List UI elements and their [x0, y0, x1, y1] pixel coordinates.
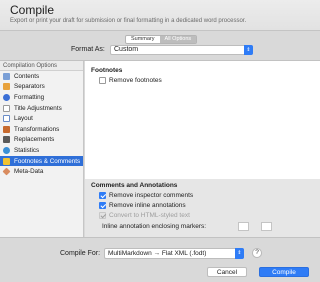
- sidebar-item-label: Separators: [14, 83, 45, 91]
- compile-for-label: Compile For:: [60, 250, 101, 257]
- remove-inspector-option[interactable]: Remove inspector comments: [99, 192, 193, 199]
- help-button[interactable]: ?: [252, 248, 262, 258]
- sidebar-item-label: Formatting: [14, 93, 45, 101]
- remove-footnotes-label: Remove footnotes: [109, 77, 162, 84]
- sidebar-header: Compilation Options: [0, 61, 83, 71]
- compile-for-select[interactable]: MultiMarkdown → Flat XML (.fodt) ⇕: [104, 248, 244, 259]
- format-as-select[interactable]: Custom ⇕: [110, 45, 253, 55]
- sidebar-item-label: Statistics: [14, 146, 40, 154]
- sidebar-item-replacements[interactable]: Replacements: [0, 135, 83, 146]
- remove-footnotes-checkbox[interactable]: [99, 77, 106, 84]
- format-as-value: Custom: [114, 46, 139, 53]
- sidebar-item-transformations[interactable]: Transformations: [0, 124, 83, 135]
- dialog-title: Compile: [10, 3, 55, 17]
- statistics-icon: [3, 146, 10, 154]
- sidebar-item-layout[interactable]: Layout: [0, 113, 83, 124]
- remove-inline-checkbox[interactable]: [99, 202, 106, 209]
- footnotes-section: Footnotes Remove footnotes: [85, 61, 320, 179]
- sidebar-item-label: Title Adjustments: [14, 104, 62, 112]
- compile-for-value: MultiMarkdown → Flat XML (.fodt): [108, 250, 207, 257]
- sidebar-item-label: Meta-Data: [14, 168, 44, 176]
- chevron-updown-icon: ⇕: [235, 248, 244, 259]
- footnotes-heading: Footnotes: [91, 67, 123, 74]
- title-adjustments-icon: [3, 104, 10, 112]
- options-pane: Footnotes Remove footnotes Comments and …: [85, 61, 320, 237]
- sidebar-item-contents[interactable]: Contents: [0, 71, 83, 82]
- sidebar-item-formatting[interactable]: Formatting: [0, 92, 83, 103]
- footnotes-icon: [3, 157, 10, 165]
- chevron-updown-icon: ⇕: [244, 45, 253, 55]
- closing-marker-field[interactable]: [261, 222, 272, 231]
- formatting-icon: [3, 93, 10, 101]
- remove-footnotes-option[interactable]: Remove footnotes: [99, 77, 162, 84]
- meta-data-icon: [2, 167, 11, 176]
- format-as-label: Format As:: [71, 46, 105, 53]
- convert-html-option: Convert to HTML-styled text: [99, 212, 190, 219]
- transformations-icon: [3, 125, 10, 133]
- sidebar-item-label: Transformations: [14, 125, 60, 133]
- compilation-options-sidebar: Compilation Options Contents Separators …: [0, 61, 84, 237]
- remove-inspector-checkbox[interactable]: [99, 192, 106, 199]
- dialog-subtitle: Export or print your draft for submissio…: [10, 18, 247, 24]
- view-mode-toggle: Summary All Options: [125, 35, 198, 44]
- tab-summary[interactable]: Summary: [126, 36, 160, 43]
- convert-html-checkbox: [99, 212, 106, 219]
- inline-markers-label: Inline annotation enclosing markers:: [102, 223, 207, 230]
- sidebar-item-footnotes-comments[interactable]: Footnotes & Comments: [0, 155, 83, 167]
- sidebar-item-statistics[interactable]: Statistics: [0, 145, 83, 156]
- separators-icon: [3, 83, 10, 91]
- layout-icon: [3, 115, 10, 123]
- tab-all-options[interactable]: All Options: [159, 36, 197, 43]
- contents-icon: [3, 72, 10, 80]
- convert-html-label: Convert to HTML-styled text: [109, 212, 190, 219]
- sidebar-item-label: Layout: [14, 115, 33, 123]
- sidebar-item-label: Footnotes & Comments: [14, 157, 81, 165]
- remove-inline-option[interactable]: Remove inline annotations: [99, 202, 186, 209]
- sidebar-item-meta-data[interactable]: Meta-Data: [0, 166, 83, 177]
- sidebar-item-label: Replacements: [14, 136, 55, 144]
- remove-inline-label: Remove inline annotations: [109, 202, 186, 209]
- cancel-button[interactable]: Cancel: [207, 267, 247, 277]
- sidebar-item-separators[interactable]: Separators: [0, 82, 83, 93]
- replacements-icon: [3, 136, 10, 144]
- dialog-header: Compile Export or print your draft for s…: [0, 0, 320, 31]
- compile-button[interactable]: Compile: [259, 267, 309, 277]
- comments-heading: Comments and Annotations: [91, 182, 178, 189]
- remove-inspector-label: Remove inspector comments: [109, 192, 194, 199]
- sidebar-item-title-adjustments[interactable]: Title Adjustments: [0, 103, 83, 114]
- opening-marker-field[interactable]: [238, 222, 249, 231]
- sidebar-item-label: Contents: [14, 72, 40, 80]
- divider: [0, 237, 320, 238]
